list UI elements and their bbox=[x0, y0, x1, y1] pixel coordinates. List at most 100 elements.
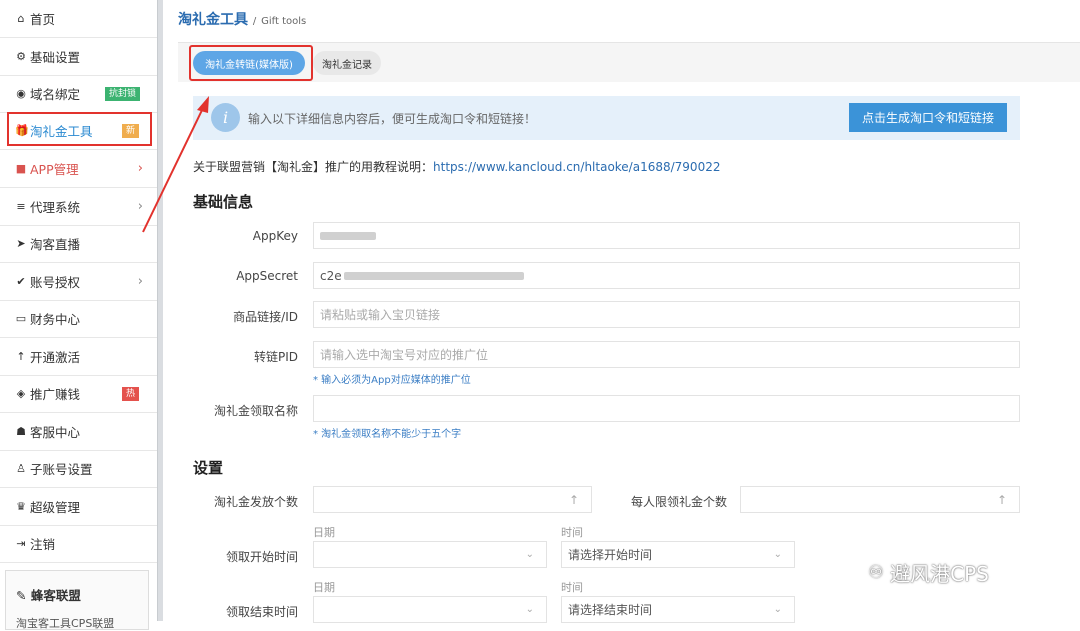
goods-label: 商品链接/ID bbox=[233, 310, 298, 324]
highlight-box bbox=[189, 45, 313, 81]
sidebar: ⌂ 首页 ⚙ 基础设置 ◉ 域名绑定 抗封锁 🎁 淘礼金工具新 ■ APP管理 › ≡ 代理系统… bbox=[0, 0, 157, 630]
list-icon: ≡ bbox=[16, 200, 26, 213]
sidebar-item-logout[interactable]: ⇥ 注销 bbox=[0, 525, 157, 563]
sidebar-item-label: 代理系统 bbox=[30, 200, 81, 215]
breadcrumb-subtitle: Gift tools bbox=[261, 16, 307, 27]
sidebar-item-live[interactable]: ➤ 淘客直播 bbox=[0, 225, 157, 263]
tutorial-link[interactable]: https://www.kancloud.cn/hltaoke/a1688/79… bbox=[433, 160, 720, 174]
tab-bar: 淘礼金转链(媒体版) 淘礼金记录 bbox=[178, 42, 1080, 82]
home-icon: ⌂ bbox=[17, 12, 25, 25]
gear-icon: ⚙ bbox=[16, 50, 26, 63]
sidebar-item-label: 域名绑定 bbox=[30, 87, 81, 102]
sidebar-item-app[interactable]: ■ APP管理 › bbox=[0, 150, 157, 188]
bell-icon: ☗ bbox=[16, 425, 26, 438]
end-date-select[interactable]: ⌄ bbox=[313, 596, 547, 623]
sidebar-item-label: 超级管理 bbox=[30, 500, 81, 515]
appsecret-label: AppSecret bbox=[236, 269, 298, 283]
goods-input[interactable]: 请粘贴或输入宝贝链接 bbox=[313, 301, 1020, 328]
grid-icon: ■ bbox=[15, 162, 27, 175]
pid-hint: * 输入必须为App对应媒体的推广位 bbox=[313, 375, 471, 386]
sidebar-item-label: 注销 bbox=[30, 537, 56, 552]
breadcrumb-separator: / bbox=[252, 16, 257, 27]
sidebar-item-label: APP管理 bbox=[30, 162, 79, 177]
tutorial-line: 关于联盟营销【淘礼金】推广的用教程说明：https://www.kancloud… bbox=[193, 158, 720, 175]
end-time-label: 领取结束时间 bbox=[225, 605, 298, 619]
highlight-box bbox=[7, 112, 152, 146]
start-time-placeholder: 请选择开始时间 bbox=[568, 548, 653, 562]
info-icon: i bbox=[211, 103, 240, 132]
info-text: 输入以下详细信息内容后，便可生成淘口令和短链接！ bbox=[248, 112, 537, 126]
sidebar-item-subaccount[interactable]: ♙ 子账号设置 bbox=[0, 450, 157, 488]
sidebar-footer: ✎ 蜂客联盟 淘宝客工具CPS联盟 bbox=[5, 570, 149, 630]
chevron-right-icon: › bbox=[137, 161, 143, 176]
start-time-select[interactable]: 请选择开始时间 ⌄ bbox=[561, 541, 795, 568]
appsecret-field[interactable]: c2e bbox=[313, 262, 1020, 289]
chevron-down-icon: ⌄ bbox=[525, 604, 534, 615]
chevron-down-icon: ⌄ bbox=[773, 604, 782, 615]
per-person-input[interactable]: ↑ bbox=[740, 486, 1020, 513]
section-title-settings: 设置 bbox=[193, 459, 224, 477]
time-caption: 时间 bbox=[561, 526, 583, 539]
user-icon: ♙ bbox=[16, 462, 26, 475]
sidebar-item-label: 子账号设置 bbox=[30, 462, 93, 477]
section-title-basic: 基础信息 bbox=[193, 193, 254, 211]
date-caption: 日期 bbox=[313, 526, 335, 539]
chevron-down-icon: ⌄ bbox=[773, 549, 782, 560]
sidebar-item-super-admin[interactable]: ♛ 超级管理 bbox=[0, 488, 157, 526]
chevron-right-icon: › bbox=[137, 199, 143, 214]
sidebar-item-domain[interactable]: ◉ 域名绑定 抗封锁 bbox=[0, 75, 157, 113]
sidebar-item-support[interactable]: ☗ 客服中心 bbox=[0, 413, 157, 451]
sidebar-item-account-auth[interactable]: ✔ 账号授权 › bbox=[0, 263, 157, 301]
sidebar-item-label: 财务中心 bbox=[30, 312, 81, 327]
arrow-up-icon[interactable]: ↑ bbox=[997, 493, 1007, 507]
pid-label: 转链PID bbox=[253, 350, 298, 364]
sidebar-item-label: 淘客直播 bbox=[30, 237, 81, 252]
sidebar-item-label: 客服中心 bbox=[30, 425, 81, 440]
sidebar-item-activate[interactable]: ↑ 开通激活 bbox=[0, 338, 157, 376]
gift-name-label: 淘礼金领取名称 bbox=[213, 404, 298, 418]
start-time-label: 领取开始时间 bbox=[225, 550, 298, 564]
sidebar-item-label: 推广赚钱 bbox=[30, 387, 81, 402]
watermark: ♾ 避风港CPS bbox=[868, 562, 989, 586]
diamond-icon: ◈ bbox=[16, 387, 26, 400]
sidebar-item-label: 账号授权 bbox=[30, 275, 81, 290]
sidebar-item-home[interactable]: ⌂ 首页 bbox=[0, 0, 157, 38]
sidebar-item-label: 开通激活 bbox=[30, 350, 81, 365]
tab-gift-records[interactable]: 淘礼金记录 bbox=[313, 51, 381, 75]
card-icon: ▭ bbox=[15, 312, 27, 325]
end-time-placeholder: 请选择结束时间 bbox=[568, 603, 653, 617]
gift-name-input[interactable] bbox=[313, 395, 1020, 422]
per-person-label: 每人限领礼金个数 bbox=[630, 495, 727, 509]
tutorial-text: 关于联盟营销【淘礼金】推广的用教程说明： bbox=[193, 160, 434, 174]
generate-button[interactable]: 点击生成淘口令和短链接 bbox=[849, 103, 1007, 132]
trophy-icon: ♛ bbox=[16, 500, 26, 513]
breadcrumb: 淘礼金工具 / Gift tools bbox=[178, 9, 306, 29]
sidebar-item-agent[interactable]: ≡ 代理系统 › bbox=[0, 188, 157, 226]
gift-count-label: 淘礼金发放个数 bbox=[213, 495, 298, 509]
footer-subtitle: 淘宝客工具CPS联盟 bbox=[16, 617, 115, 630]
start-date-select[interactable]: ⌄ bbox=[313, 541, 547, 568]
sidebar-item-label: 首页 bbox=[30, 12, 56, 27]
appsecret-prefix: c2e bbox=[320, 268, 342, 283]
gift-name-hint: * 淘礼金领取名称不能少于五个字 bbox=[313, 429, 462, 440]
page-title: 淘礼金工具 bbox=[178, 12, 248, 28]
check-circle-icon: ✔ bbox=[16, 275, 26, 288]
appkey-field[interactable] bbox=[313, 222, 1020, 249]
date-caption: 日期 bbox=[313, 581, 335, 594]
appkey-label: AppKey bbox=[252, 229, 298, 243]
sidebar-item-promote[interactable]: ◈ 推广赚钱 热 bbox=[0, 375, 157, 413]
send-icon: ➤ bbox=[16, 237, 26, 250]
arrow-up-icon[interactable]: ↑ bbox=[569, 493, 579, 507]
sidebar-item-basic-settings[interactable]: ⚙ 基础设置 bbox=[0, 38, 157, 76]
sidebar-item-finance[interactable]: ▭ 财务中心 bbox=[0, 300, 157, 338]
chevron-right-icon: › bbox=[137, 274, 143, 289]
pid-input[interactable]: 请输入选中淘宝号对应的推广位 bbox=[313, 341, 1020, 368]
chevron-down-icon: ⌄ bbox=[525, 549, 534, 560]
anti-block-badge: 抗封锁 bbox=[105, 87, 141, 101]
time-caption: 时间 bbox=[561, 581, 583, 594]
end-time-select[interactable]: 请选择结束时间 ⌄ bbox=[561, 596, 795, 623]
gift-count-input[interactable]: ↑ bbox=[313, 486, 592, 513]
hot-badge: 热 bbox=[122, 387, 140, 401]
main-content: 淘礼金工具 / Gift tools 淘礼金转链(媒体版) 淘礼金记录 i 输入… bbox=[163, 0, 1080, 623]
wechat-icon: ♾ bbox=[868, 562, 885, 583]
